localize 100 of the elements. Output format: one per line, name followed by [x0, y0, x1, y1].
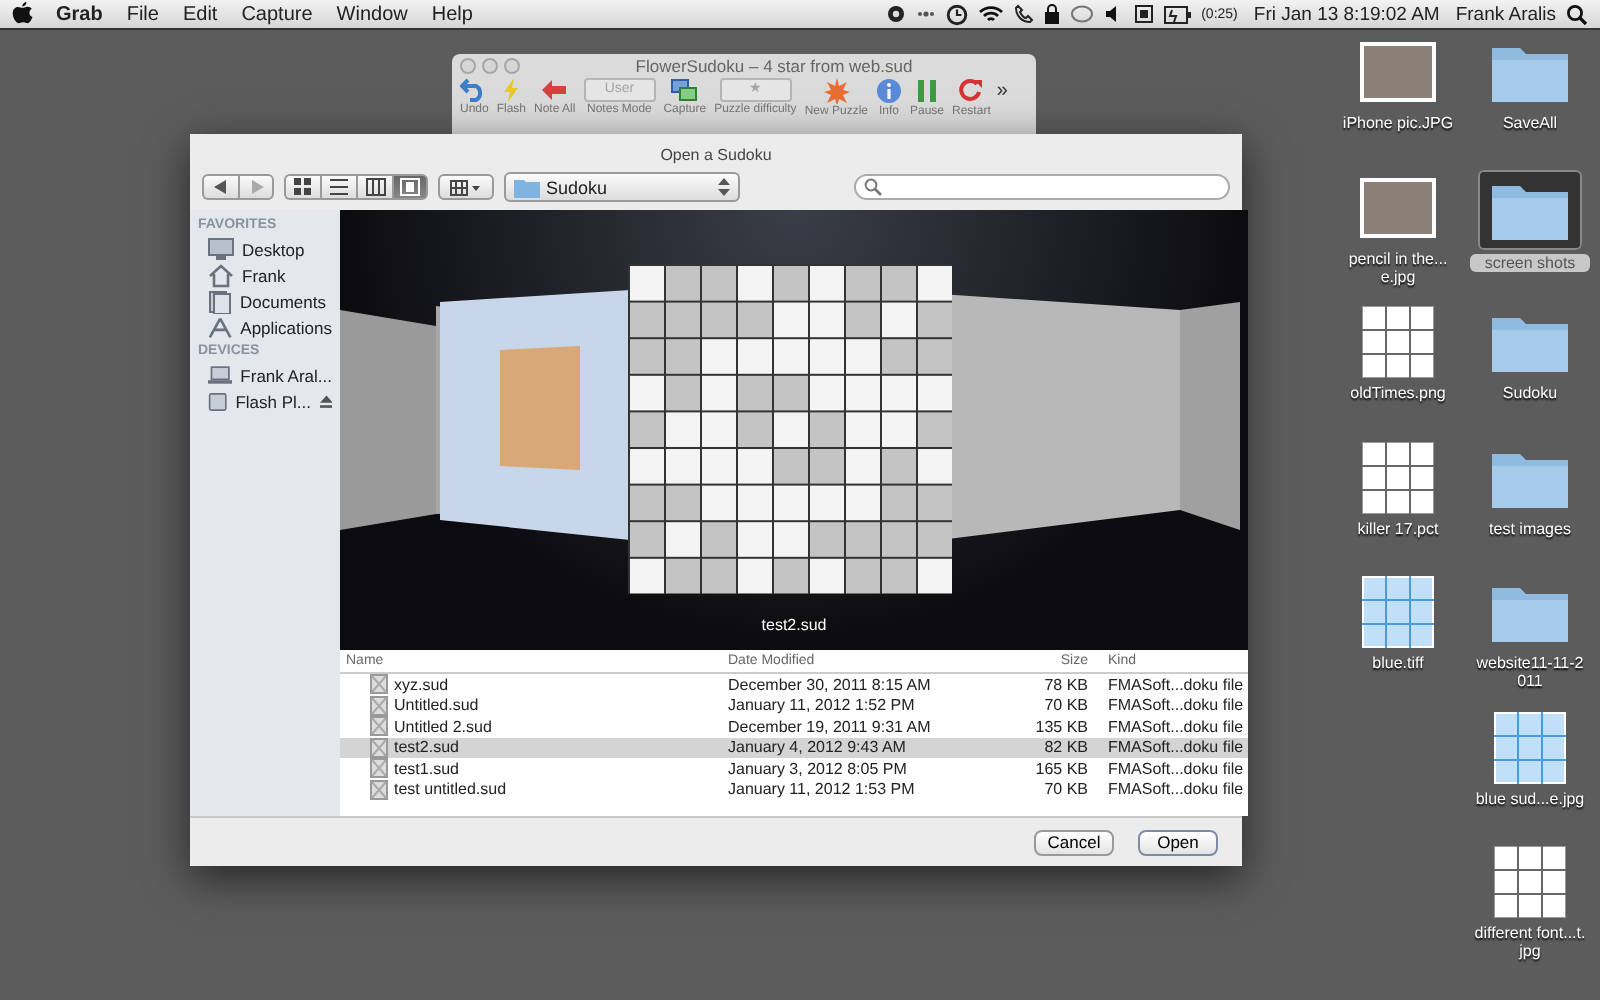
file-label: SaveAll	[1500, 114, 1560, 132]
date-cell-text: December 19, 2011 9:31 AM	[726, 717, 933, 736]
file-row[interactable]: Untitled 2.sud December 19, 2011 9:31 AM 135 KB FMASoft...doku file	[340, 716, 1248, 737]
eject-icon[interactable]	[319, 393, 332, 409]
battery-icon[interactable]	[1163, 5, 1192, 23]
kind-cell-text: FMASoft...doku file	[1106, 759, 1246, 778]
grid-thumbnail[interactable]	[1362, 306, 1434, 378]
user-name[interactable]: Frank Aralis	[1455, 3, 1556, 25]
info-icon	[876, 78, 902, 104]
file-name: xyz.sud	[394, 675, 449, 694]
grid-thumbnail[interactable]	[1362, 441, 1434, 513]
restart-icon	[958, 78, 985, 104]
size-cell-text: 165 KB	[1033, 759, 1088, 778]
document-icon	[370, 695, 388, 716]
file-label: pencil in the...e.jpg	[1346, 249, 1450, 285]
file-label: Sudoku	[1500, 384, 1560, 402]
menu-item[interactable]: Help	[431, 3, 473, 25]
size-cell-text: 135 KB	[1033, 717, 1088, 736]
grid-icon	[294, 178, 312, 196]
tinted-grid-thumbnail[interactable]	[1362, 576, 1434, 648]
kind-cell-text: FMASoft...doku file	[1106, 696, 1246, 715]
record-icon[interactable]	[885, 4, 906, 24]
list-view-button[interactable]	[320, 174, 356, 200]
image-thumbnail[interactable]	[1360, 177, 1436, 237]
image-thumbnail[interactable]	[1360, 42, 1436, 102]
search-icon[interactable]	[1566, 3, 1588, 25]
search-field[interactable]	[854, 174, 1230, 200]
file-label: killer 17.pct	[1355, 519, 1441, 537]
documents-icon	[208, 289, 232, 313]
date-cell-text: January 3, 2012 8:05 PM	[726, 759, 909, 778]
date-cell-text: January 11, 2012 1:53 PM	[726, 780, 917, 799]
file-name: test untitled.sud	[394, 780, 507, 799]
file-label: test images	[1487, 519, 1573, 537]
file-label: blue sud...e.jpg	[1473, 789, 1587, 807]
open-button[interactable]: Open	[1138, 829, 1218, 855]
cancel-button[interactable]: Cancel	[1034, 829, 1114, 855]
menu-item[interactable]: Capture	[241, 3, 313, 25]
sidebar-item[interactable]: Frank Aral...	[190, 362, 340, 388]
kind-cell-text: FMASoft...doku file	[1106, 717, 1246, 736]
sidebar-item[interactable]: Applications	[190, 314, 340, 340]
tinted-grid-thumbnail[interactable]	[1494, 711, 1566, 783]
search-icon	[864, 178, 882, 196]
file-name: Untitled 2.sud	[394, 717, 492, 736]
icons-view-button[interactable]	[284, 174, 320, 200]
time-machine-icon[interactable]	[945, 3, 968, 25]
pause-icon	[916, 78, 938, 104]
sidebar-item[interactable]: Flash Pl...	[190, 388, 340, 414]
size-cell-text: 82 KB	[1042, 738, 1088, 757]
document-icon	[370, 737, 388, 758]
applications-icon	[208, 315, 233, 339]
file-row[interactable]: Untitled.sud January 11, 2012 1:52 PM 70 KB FMASoft...doku file	[340, 695, 1248, 716]
file-row[interactable]: test untitled.sud January 11, 2012 1:53 PM 70 KB FMASoft...doku file	[340, 779, 1248, 800]
menu-item[interactable]: Grab	[56, 3, 103, 25]
windows-icon	[670, 78, 699, 102]
columns-view-button[interactable]	[356, 174, 392, 200]
lock-icon[interactable]	[1043, 4, 1060, 24]
dialog-title: Open a Sudoku	[658, 144, 774, 168]
columns-icon	[365, 178, 385, 196]
window-title: FlowerSudoku – 4 star from web.sud	[633, 56, 915, 76]
menu-item[interactable]: File	[126, 3, 159, 25]
kind-cell-text: FMASoft...doku file	[1106, 738, 1246, 757]
document-icon	[370, 716, 388, 737]
file-label: different font...t.jpg	[1472, 924, 1588, 960]
left-triangle-icon	[214, 180, 228, 194]
date-cell-text: January 11, 2012 1:52 PM	[726, 696, 917, 715]
table-caret-icon	[450, 179, 482, 195]
file-row[interactable]: xyz.sud December 30, 2011 8:15 AM 78 KB FMASoft...doku file	[340, 674, 1248, 695]
back-button[interactable]	[202, 174, 238, 200]
size-cell-text: 70 KB	[1042, 696, 1088, 715]
location-popup[interactable]: Sudoku	[504, 172, 740, 202]
kind-cell-text: FMASoft...doku file	[1106, 675, 1246, 694]
laptop-icon	[208, 364, 233, 386]
menu-clock[interactable]: Fri Jan 13 8:19:02 AM	[1253, 3, 1440, 25]
arrange-popup[interactable]	[438, 174, 494, 200]
overflow-chevron[interactable]: »	[996, 78, 1008, 106]
house-icon	[208, 263, 234, 287]
apple-logo-icon[interactable]	[12, 2, 34, 26]
file-label: iPhone pic.JPG	[1340, 114, 1456, 132]
grid-thumbnail[interactable]	[1494, 846, 1566, 918]
sidebar-item[interactable]: Desktop	[190, 236, 340, 262]
preview-caption: test2.sud	[761, 616, 827, 634]
file-name: Untitled.sud	[394, 696, 479, 715]
document-icon	[370, 779, 388, 800]
file-name: test1.sud	[394, 759, 459, 778]
file-label: website11-11-2011	[1474, 654, 1586, 690]
wifi-icon[interactable]	[977, 4, 1004, 24]
menu-item[interactable]: Window	[336, 3, 408, 25]
sidebar-item[interactable]: Documents	[190, 288, 340, 314]
right-triangle-icon	[249, 180, 263, 194]
file-label: oldTimes.png	[1348, 384, 1448, 402]
file-row[interactable]: test2.sud January 4, 2012 9:43 AM 82 KB FMASoft...doku file	[340, 737, 1248, 758]
kind-cell-text: FMASoft...doku file	[1106, 780, 1246, 799]
date-cell-text: December 30, 2011 8:15 AM	[726, 675, 933, 694]
file-row[interactable]: test1.sud January 3, 2012 8:05 PM 165 KB FMASoft...doku file	[340, 758, 1248, 779]
phone-icon[interactable]	[1013, 4, 1034, 24]
coverflow-icon	[400, 178, 420, 196]
file-label: blue.tiff	[1370, 654, 1426, 672]
sidebar-item[interactable]: Frank	[190, 262, 340, 288]
coverflow-view-button[interactable]	[392, 174, 428, 200]
menu-item[interactable]: Edit	[182, 3, 218, 25]
